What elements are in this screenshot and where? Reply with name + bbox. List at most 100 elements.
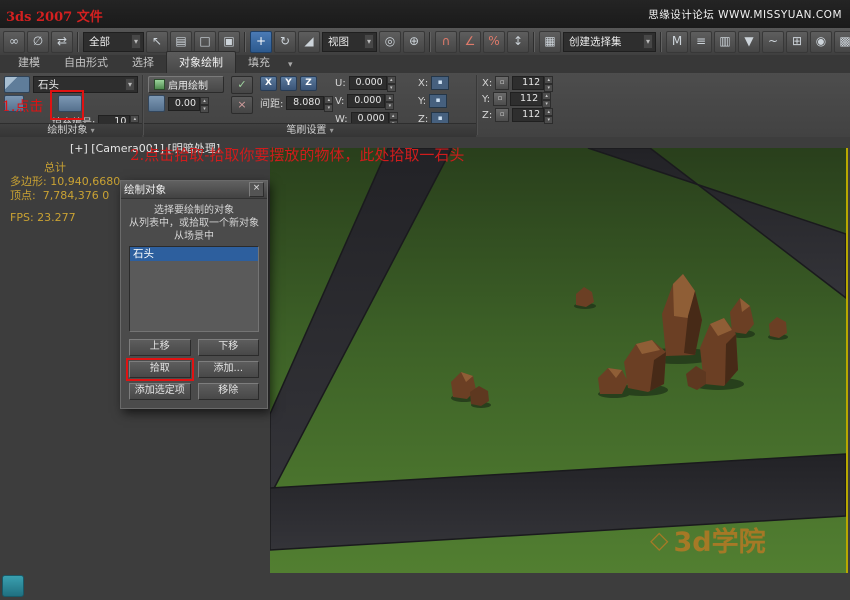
mirror-icon[interactable]: M: [666, 31, 688, 53]
v-offset-spinner[interactable]: 0.000▴▾: [347, 94, 394, 108]
curve-editor-icon[interactable]: ~: [762, 31, 784, 53]
add-button[interactable]: 添加...: [198, 361, 260, 378]
brush-settings-panel-title[interactable]: 笔刷设置 ▾: [144, 123, 476, 137]
toolbar-separator: [660, 32, 662, 52]
annotation-step2-label: 2.点击拾取-拾取你要摆放的物体，此处拾取一石头: [130, 144, 464, 165]
bind-to-spacewarp-icon[interactable]: ⇄: [51, 31, 73, 53]
scale-y-label: Y:: [482, 94, 490, 105]
scale-x-spinner[interactable]: 112▴▾: [512, 76, 553, 90]
select-and-manipulate-icon[interactable]: ⊕: [403, 31, 425, 53]
pick-button[interactable]: 拾取: [129, 361, 191, 378]
v-offset-label: V:: [335, 96, 344, 107]
axis-z-button[interactable]: Z: [300, 76, 317, 91]
scale-y-spinner[interactable]: 112▴▾: [510, 92, 551, 106]
move-up-button[interactable]: 上移: [129, 339, 191, 356]
schematic-view-icon[interactable]: ⊞: [786, 31, 808, 53]
rectangular-selection-region-icon[interactable]: □: [194, 31, 216, 53]
use-pivot-center-icon[interactable]: ◎: [379, 31, 401, 53]
move-down-button[interactable]: 下移: [198, 339, 260, 356]
select-object-icon[interactable]: ↖: [146, 31, 168, 53]
paint-objects-panel-title[interactable]: 绘制对象 ▾: [0, 123, 142, 137]
select-by-name-icon[interactable]: ▤: [170, 31, 192, 53]
material-editor-icon[interactable]: ◉: [810, 31, 832, 53]
status-corner-icon[interactable]: [2, 575, 24, 597]
named-selection-set-dropdown[interactable]: 创建选择集▾: [563, 32, 656, 52]
scale-z-spinner[interactable]: 112▴▾: [512, 108, 553, 122]
layer-manager-icon[interactable]: ▥: [714, 31, 736, 53]
edit-named-selection-icon[interactable]: ▦: [539, 31, 561, 53]
enable-paint-button[interactable]: 启用绘制: [148, 76, 224, 93]
stats-vertices: 顶点: 7,784,376 0: [10, 189, 120, 203]
paint-brush-icon[interactable]: [4, 76, 30, 93]
paint-objects-list[interactable]: 石头: [129, 246, 259, 332]
app-window: 3ds 2007 文件 思缘设计论坛 WWW.MISSYUAN.COM ∞∅⇄ 全…: [0, 0, 850, 600]
tab-selection[interactable]: 选择: [120, 52, 166, 73]
toolbar-separator: [77, 32, 79, 52]
scale-x-label: X:: [482, 78, 492, 89]
stats-polygons: 多边形: 10,940,6680: [10, 175, 120, 189]
chevron-down-icon: ▾: [643, 34, 653, 49]
unlink-selection-icon[interactable]: ∅: [27, 31, 49, 53]
close-icon[interactable]: ×: [249, 182, 264, 197]
list-item[interactable]: 石头: [130, 247, 258, 261]
align-normal-icon[interactable]: ✓: [231, 76, 253, 94]
toolbar-separator: [244, 32, 246, 52]
main-area: [+] [Camera001] [明暗处理] 总计 多边形: 10,940,66…: [0, 137, 850, 600]
dialog-titlebar[interactable]: 绘制对象 ×: [121, 181, 267, 199]
scene-render: [270, 148, 846, 573]
angle-snap-icon[interactable]: ∠: [459, 31, 481, 53]
chevron-down-icon: ▾: [364, 34, 374, 49]
axis-y-button[interactable]: Y: [280, 76, 297, 91]
select-and-move-icon[interactable]: +: [250, 31, 272, 53]
reference-coordinate-dropdown[interactable]: 视图▾: [322, 32, 377, 52]
align-off-icon[interactable]: ×: [231, 96, 253, 114]
chevron-down-icon: ▾: [125, 78, 135, 91]
render-setup-icon[interactable]: ▩: [834, 31, 850, 53]
site-watermark: ◇ 3d学院: [650, 520, 766, 559]
annotation-step1-box: [50, 90, 84, 120]
axis-x-button[interactable]: X: [260, 76, 277, 91]
chevron-down-icon: ▾: [131, 34, 141, 49]
flip-x-label: X:: [418, 78, 428, 89]
window-crossing-icon[interactable]: ▣: [218, 31, 240, 53]
tab-modeling[interactable]: 建模: [6, 52, 52, 73]
u-offset-spinner[interactable]: 0.000▴▾: [349, 76, 396, 90]
select-and-rotate-icon[interactable]: ↻: [274, 31, 296, 53]
snap-toggle-icon[interactable]: ∩: [435, 31, 457, 53]
panel-expand-icon: ▾: [91, 126, 95, 135]
remove-button[interactable]: 移除: [198, 383, 260, 400]
ribbon-toggle-icon[interactable]: ▼: [738, 31, 760, 53]
titlebar: 3ds 2007 文件 思缘设计论坛 WWW.MISSYUAN.COM: [0, 0, 850, 28]
select-and-scale-icon[interactable]: ◢: [298, 31, 320, 53]
add-selected-button[interactable]: 添加选定项: [129, 383, 191, 400]
window-title: 3ds 2007 文件: [6, 6, 103, 25]
tab-object-paint[interactable]: 对象绘制: [166, 51, 236, 73]
falloff-icon[interactable]: [148, 95, 165, 112]
scale-z-label: Z:: [482, 110, 492, 121]
annotation-step1-label: 1.点击: [2, 96, 43, 116]
ribbon: 石头 ▾ 填充编号: 10 ▴▾ 绘制对象 ▾: [0, 73, 850, 138]
align-icon[interactable]: ≡: [690, 31, 712, 53]
flip-x-button[interactable]: ▪: [431, 76, 449, 90]
falloff-spinner[interactable]: 0.00 ▴▾: [168, 97, 209, 111]
paint-object-dropdown[interactable]: 石头 ▾: [33, 76, 138, 93]
viewport-statistics: 总计 多边形: 10,940,6680 顶点: 7,784,376 0: [10, 161, 120, 203]
stats-total: 总计: [10, 161, 120, 175]
stats-fps: FPS: 23.277: [10, 211, 76, 224]
paint-objects-dialog: 绘制对象 × 选择要绘制的对象 从列表中，或拾取一个新对象 从场景中 石头 上移…: [120, 180, 268, 409]
tab-populate[interactable]: 填充: [236, 52, 282, 73]
scale-x-icon[interactable]: ▫: [495, 76, 509, 90]
camera-viewport[interactable]: [270, 148, 848, 573]
percent-snap-icon[interactable]: %: [483, 31, 505, 53]
tab-overflow-icon[interactable]: ▾: [288, 60, 293, 73]
tab-freeform[interactable]: 自由形式: [52, 52, 120, 73]
flip-y-button[interactable]: ▪: [429, 94, 447, 108]
spinner-snap-icon[interactable]: ↕: [507, 31, 529, 53]
selection-filter-dropdown[interactable]: 全部▾: [83, 32, 144, 52]
select-and-link-icon[interactable]: ∞: [3, 31, 25, 53]
spacing-spinner[interactable]: 8.080 ▴▾: [286, 96, 333, 110]
scale-z-icon[interactable]: ▫: [495, 108, 509, 122]
scale-y-icon[interactable]: ▫: [493, 92, 507, 106]
ribbon-tabs: 建模 自由形式 选择 对象绘制 填充 ▾: [0, 55, 850, 74]
flip-y-label: Y:: [418, 96, 426, 107]
